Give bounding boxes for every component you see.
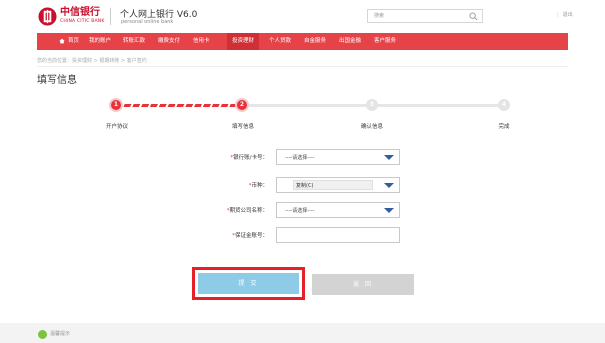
- bank-account-value: ----请选择----: [285, 155, 315, 161]
- nav-label: 首页: [68, 38, 80, 44]
- footer: 温馨提示: [0, 323, 605, 343]
- nav-item-transfer[interactable]: 转账汇款: [123, 33, 145, 50]
- main-nav: 首页 我的账户 转账汇款 缴费支付 信用卡 投资理财 个人贷款 自金服务 出国金…: [37, 33, 568, 50]
- footer-tip: 温馨提示: [50, 331, 71, 337]
- margin-account-label: *保证金账号：: [232, 233, 268, 239]
- divider: [37, 66, 568, 67]
- tip-icon: [38, 330, 47, 339]
- bank-account-label: *银行账/卡号：: [230, 155, 268, 161]
- nav-item-customer-service[interactable]: 客户服务: [374, 33, 396, 50]
- header-divider: [110, 8, 111, 25]
- nav-item-payment[interactable]: 缴费支付: [158, 33, 180, 50]
- nav-item-investment[interactable]: 投资理财: [227, 33, 260, 50]
- currency-select[interactable]: 复制(C): [276, 177, 400, 193]
- chevron-down-icon: [384, 155, 394, 160]
- step-4-marker: 4: [498, 99, 510, 111]
- home-icon: [59, 38, 65, 43]
- logout-link[interactable]: | 退出: [557, 11, 573, 18]
- submit-button[interactable]: 提 交: [198, 273, 299, 294]
- step-3-label: 确认信息: [360, 124, 384, 130]
- futures-company-value: ----请选择----: [285, 208, 315, 214]
- margin-account-input[interactable]: [276, 227, 400, 243]
- progress-track-done: [116, 104, 242, 107]
- nav-item-accounts[interactable]: 我的账户: [89, 33, 111, 50]
- header: 中信银行 CHINA CITIC BANK 个人网上银行 V6.0 person…: [0, 0, 605, 32]
- futures-company-select[interactable]: ----请选择----: [276, 202, 400, 218]
- citic-logo-icon: [38, 7, 57, 26]
- breadcrumb: 您的当前位置：投资理财 > 银期转账 > 客户签约: [37, 58, 147, 64]
- search-input[interactable]: 搜索: [367, 9, 483, 23]
- back-button[interactable]: 返 回: [312, 274, 414, 295]
- nav-item-self-service[interactable]: 自金服务: [304, 33, 326, 50]
- logout-label: 退出: [562, 12, 573, 18]
- step-3-marker: 3: [366, 99, 378, 111]
- brand-name-en: CHINA CITIC BANK: [60, 19, 105, 24]
- step-1-marker: 1: [109, 98, 123, 112]
- copy-label: 复制(C): [296, 183, 314, 189]
- nav-item-home[interactable]: 首页: [59, 33, 79, 50]
- step-2-label: 填写信息: [231, 124, 255, 130]
- nav-item-loans[interactable]: 个人贷款: [269, 33, 291, 50]
- nav-item-overseas[interactable]: 出国金融: [339, 33, 361, 50]
- step-2-marker: 2: [235, 98, 249, 112]
- brand-name: 中信银行: [60, 7, 100, 18]
- chevron-down-icon: [384, 183, 394, 188]
- futures-company-label: *期货公司名称：: [226, 208, 268, 214]
- nav-item-credit-card[interactable]: 信用卡: [193, 33, 210, 50]
- page-title: 填写信息: [37, 75, 77, 86]
- currency-label: *币种：: [248, 183, 268, 189]
- search-icon[interactable]: [469, 12, 478, 21]
- step-1-label: 开户协议: [105, 124, 129, 130]
- bank-account-select[interactable]: ----请选择----: [276, 149, 400, 165]
- search-placeholder: 搜索: [374, 13, 385, 19]
- context-menu-copy[interactable]: 复制(C): [293, 180, 373, 190]
- step-4-label: 完成: [498, 124, 510, 130]
- chevron-down-icon: [384, 208, 394, 213]
- site-subtitle: personal online bank: [121, 19, 174, 25]
